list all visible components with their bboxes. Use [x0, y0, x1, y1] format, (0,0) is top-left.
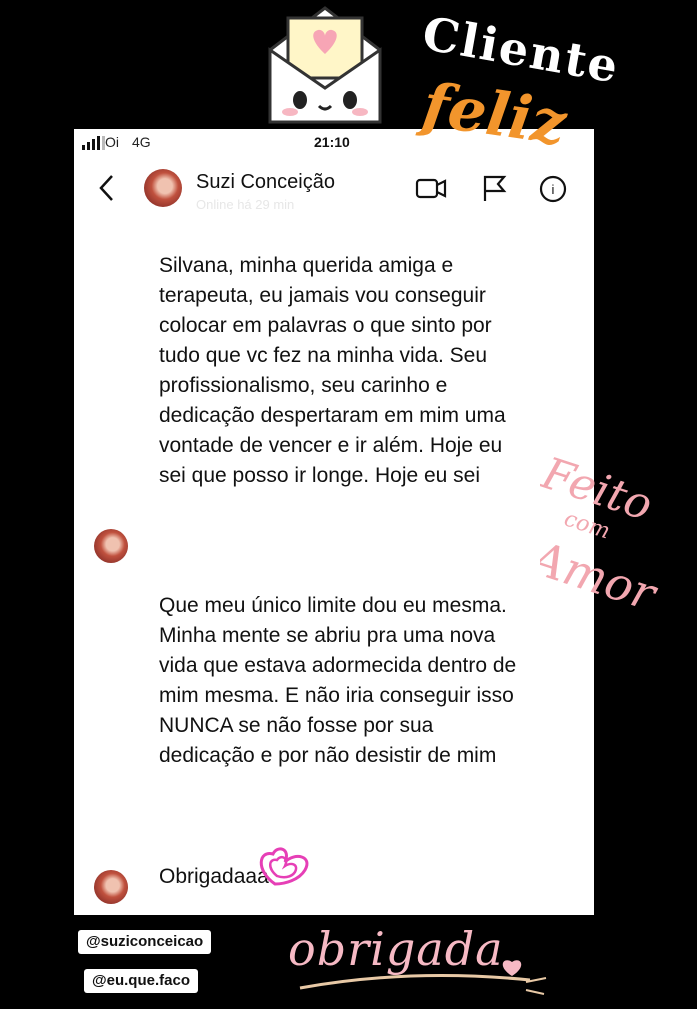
avatar[interactable] [144, 169, 182, 207]
chat-screenshot: Oi 4G 21:10 Suzi Conceição Online há 29 … [74, 129, 594, 915]
message-1: Silvana, minha querida amiga e terapeuta… [159, 254, 506, 487]
video-call-icon[interactable] [414, 173, 448, 203]
hearts-doodle-icon [259, 847, 309, 886]
back-chevron-icon[interactable] [96, 173, 118, 203]
carrier-label: Oi [105, 134, 119, 150]
message-3: Obrigadaaa [159, 865, 269, 888]
feito-com-amor-sticker: Feito com Amor [540, 447, 665, 610]
avatar-small [94, 870, 128, 904]
contact-status: Online há 29 min [196, 197, 295, 212]
avatar-small [94, 529, 128, 563]
flag-icon[interactable] [479, 173, 509, 203]
clock: 21:10 [314, 134, 350, 150]
underline-doodle [299, 960, 547, 995]
handle-tag[interactable]: @suziconceicao [78, 930, 212, 954]
info-icon[interactable]: i [537, 173, 569, 205]
envelope-sticker-icon [268, 6, 382, 124]
message-2: Que meu único limite dou eu mesma. Minha… [159, 594, 517, 767]
signal-icon [82, 136, 105, 150]
handle-tag[interactable]: @eu.que.faco [84, 969, 198, 993]
contact-name[interactable]: Suzi Conceição [196, 171, 335, 194]
network-label: 4G [132, 134, 151, 150]
chat-header: Suzi Conceição Online há 29 min i [74, 159, 594, 219]
svg-text:i: i [552, 182, 555, 197]
